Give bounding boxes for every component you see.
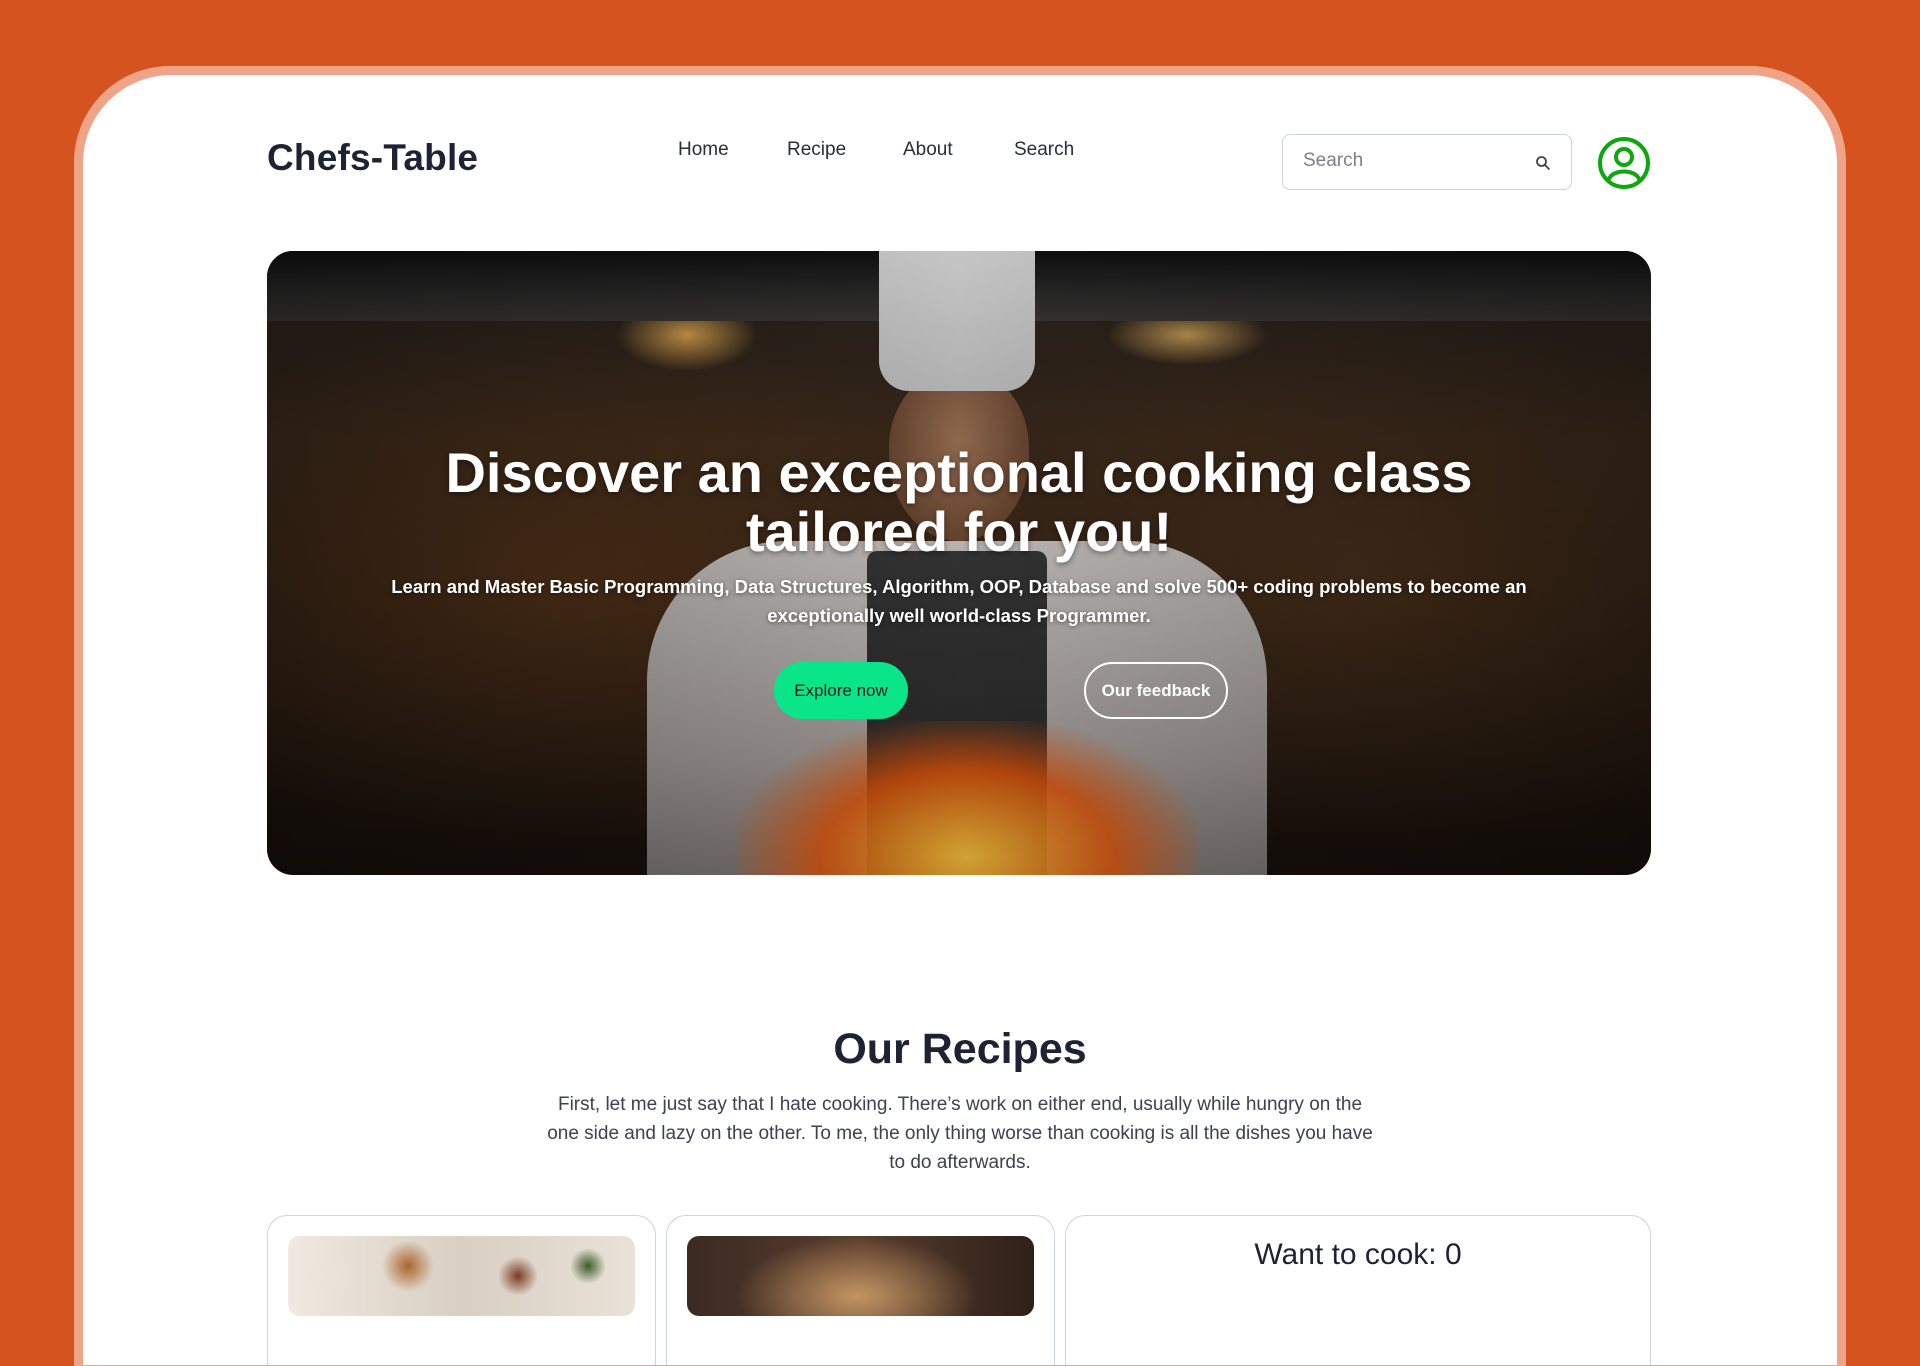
hero-title-line2: tailored for you!	[745, 499, 1173, 563]
hero-title: Discover an exceptional cooking class ta…	[267, 443, 1651, 561]
nav-recipe[interactable]: Recipe	[787, 139, 846, 161]
want-to-cook-panel: Want to cook: 0	[1065, 1215, 1651, 1365]
hero-overlay	[267, 251, 1651, 875]
hero-subtitle: Learn and Master Basic Programming, Data…	[391, 575, 1527, 626]
brand-logo[interactable]: Chefs-Table	[267, 137, 478, 179]
user-circle-icon[interactable]	[1597, 136, 1651, 190]
recipe-card[interactable]	[267, 1215, 656, 1365]
search-field[interactable]	[1282, 134, 1572, 190]
browser-page: Chefs-Table Home Recipe About Search Dis…	[83, 75, 1837, 1365]
our-feedback-button[interactable]: Our feedback	[1084, 662, 1228, 719]
recipes-description: First, let me just say that I hate cooki…	[547, 1094, 1373, 1173]
search-input[interactable]	[1301, 149, 1525, 173]
nav-about[interactable]: About	[903, 139, 953, 161]
hero-banner: Discover an exceptional cooking class ta…	[267, 251, 1651, 875]
nav-search[interactable]: Search	[1014, 139, 1074, 161]
explore-now-button[interactable]: Explore now	[774, 662, 908, 719]
recipe-image	[687, 1236, 1034, 1316]
recipe-card[interactable]	[666, 1215, 1055, 1365]
recipe-image	[288, 1236, 635, 1316]
nav-home[interactable]: Home	[678, 139, 729, 161]
hero-title-line1: Discover an exceptional cooking class	[445, 440, 1473, 504]
recipes-title: Our Recipes	[833, 1024, 1087, 1073]
search-icon[interactable]	[1535, 155, 1551, 171]
want-to-cook-count: Want to cook: 0	[1254, 1238, 1462, 1271]
